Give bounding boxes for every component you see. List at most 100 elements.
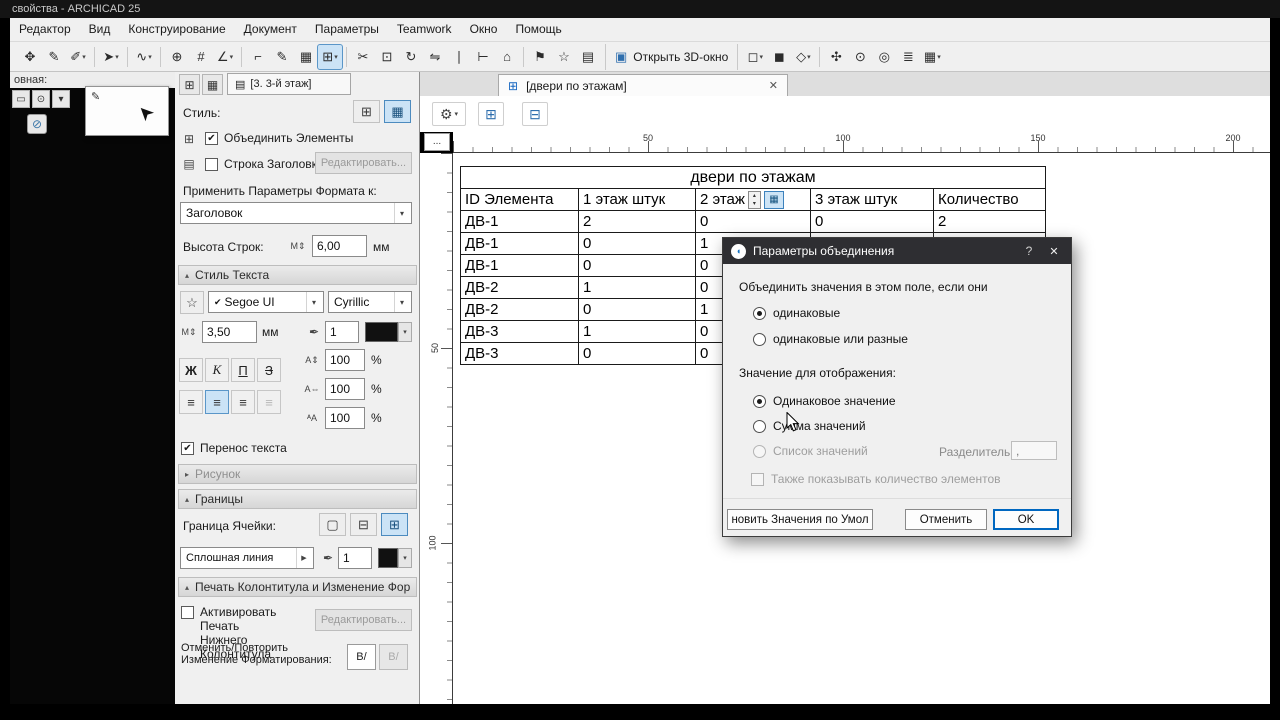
favorite-text-style-icon[interactable]: ☆ <box>180 291 204 314</box>
open-3d-window-button[interactable]: ▣ Открыть 3D-окно <box>605 43 739 70</box>
front-view-icon[interactable]: ◻ ▾ <box>743 45 767 69</box>
radio-sum-of-values[interactable]: Сумма значений <box>753 419 866 433</box>
toolbar-separator[interactable]: ▾ <box>342 45 351 69</box>
origin-icon[interactable]: ⊕ ▾ <box>165 45 189 69</box>
view-options-icon[interactable]: ▦ ▾ <box>920 45 944 69</box>
schedule-view-icon[interactable]: ⊞ ▾ <box>317 43 343 70</box>
radio-identical-or-different[interactable]: одинаковые или разные <box>753 332 908 346</box>
edit-header-button[interactable]: Редактировать... <box>315 152 412 174</box>
color-dropdown-icon[interactable]: ▾ <box>398 322 412 342</box>
walk-mode-icon[interactable]: ✣ ▾ <box>824 45 848 69</box>
pen-weight-input[interactable] <box>325 321 359 343</box>
script-dropdown[interactable]: Cyrillic ▾ <box>328 291 412 313</box>
menu-item[interactable]: Редактор <box>10 18 80 41</box>
tab-schedule-doors[interactable]: ⊞ [двери по этажам] ✕ <box>498 74 788 96</box>
layers-icon[interactable]: ≣ ▾ <box>896 45 920 69</box>
column-header-qty[interactable]: Количество <box>933 188 1046 211</box>
font-dropdown[interactable]: ✔ Segoe UI ▾ <box>208 291 324 313</box>
align-center-icon[interactable]: ≡ <box>205 390 229 414</box>
zoom-icon[interactable]: ⊙ ▾ <box>848 45 872 69</box>
border-color-swatch[interactable] <box>378 548 398 568</box>
merge-options-icon[interactable]: ▦ <box>763 190 784 209</box>
text-tool-icon[interactable]: ✎ ▾ <box>270 45 294 69</box>
border-all-icon[interactable]: ⊞ <box>381 513 408 536</box>
menu-item[interactable]: Документ <box>235 18 306 41</box>
toolbar-separator[interactable]: ▾ <box>237 45 246 69</box>
guide-lines-icon[interactable]: ∠ ▾ <box>213 45 237 69</box>
toolbar-separator[interactable]: ▾ <box>90 45 99 69</box>
border-none-icon[interactable]: ▢ <box>319 513 346 536</box>
schedule-settings-button[interactable]: ⚙ ▾ <box>432 102 466 126</box>
char-width-input[interactable] <box>325 378 365 400</box>
close-icon[interactable]: ✕ <box>1045 245 1063 258</box>
axonometry-icon[interactable]: ◇ ▾ <box>791 45 815 69</box>
pan-icon[interactable]: ✥ ▾ <box>18 45 42 69</box>
column-header-floor1[interactable]: 1 этаж штук <box>578 188 696 211</box>
edit-footer-button[interactable]: Редактировать... <box>315 609 412 631</box>
wrap-text-checkbox[interactable]: ✔ Перенос текста <box>181 441 287 455</box>
redo-format-button[interactable]: B/ <box>379 644 408 670</box>
suspend-groups-icon[interactable]: ⊘ <box>27 114 47 134</box>
horizontal-ruler[interactable]: 50 100 150 200 <box>453 132 1270 153</box>
toolbar-separator[interactable]: ▾ <box>123 45 132 69</box>
dialog-titlebar[interactable]: ◖ Параметры объединения ? ✕ <box>723 238 1071 264</box>
split-icon[interactable]: ∣ ▾ <box>447 45 471 69</box>
toolbar-separator[interactable]: ▾ <box>519 45 528 69</box>
story-tab[interactable]: ▤ [3. 3-й этаж] <box>227 73 351 95</box>
ruler-corner[interactable]: ... <box>424 133 450 151</box>
header-row-checkbox[interactable]: Строка Заголовка <box>205 157 324 171</box>
menu-item[interactable]: Teamwork <box>388 18 461 41</box>
close-tab-icon[interactable]: ✕ <box>769 79 778 92</box>
section-borders[interactable]: ▴ Границы <box>178 489 417 509</box>
rotate-icon[interactable]: ↻ ▾ <box>399 45 423 69</box>
column-header-id[interactable]: ID Элемента <box>460 188 579 211</box>
border-horizontal-icon[interactable]: ⊟ <box>350 513 377 536</box>
italic-button[interactable]: К <box>205 358 229 382</box>
line-type-dropdown[interactable]: Сплошная линия ▶ <box>180 547 314 569</box>
copy-icon[interactable]: ⊡ ▾ <box>375 45 399 69</box>
apply-format-dropdown[interactable]: Заголовок ▾ <box>180 202 412 224</box>
menu-item[interactable]: Помощь <box>506 18 570 41</box>
dropdown-mini-icon[interactable]: ▾ <box>52 90 70 108</box>
table-row[interactable]: ДВ-1 2 0 0 2 <box>460 210 1046 233</box>
brush-icon[interactable]: ✐ ▾ <box>66 45 90 69</box>
rebuild-from-model-icon[interactable]: ⊞ <box>478 102 504 126</box>
pencil-icon[interactable]: ✎ ▾ <box>42 45 66 69</box>
fields-icon[interactable]: ▦ <box>202 74 223 95</box>
line-spacing-input[interactable] <box>325 349 365 371</box>
pencil-icon[interactable]: ✎ <box>91 90 100 103</box>
style-compact-icon[interactable]: ⊞ <box>353 100 380 123</box>
fit-view-icon[interactable]: ◎ ▾ <box>872 45 896 69</box>
solid-view-icon[interactable]: ◼ ▾ <box>767 45 791 69</box>
bold-button[interactable]: Ж <box>179 358 203 382</box>
radio-identical[interactable]: одинаковые <box>753 306 840 320</box>
grid-snap-icon[interactable]: # ▾ <box>189 45 213 69</box>
vertical-ruler[interactable]: 50 100 <box>420 153 453 704</box>
cancel-button[interactable]: Отменить <box>905 509 987 530</box>
adjust-icon[interactable]: ⊢ ▾ <box>471 45 495 69</box>
update-default-values-button[interactable]: новить Значения по Умол <box>727 509 873 530</box>
marquee-icon[interactable]: ▦ ▾ <box>294 45 318 69</box>
window-select-icon[interactable]: ▭ <box>12 90 30 108</box>
polyline-icon[interactable]: ∿ ▾ <box>132 45 156 69</box>
font-size-input[interactable] <box>202 321 257 343</box>
align-right-icon[interactable]: ≡ <box>231 390 255 414</box>
menu-item[interactable]: Конструирование <box>119 18 234 41</box>
folder-icon[interactable]: ▤ ▾ <box>576 45 600 69</box>
menu-item[interactable]: Окно <box>461 18 507 41</box>
home-story-icon[interactable]: ⌂ ▾ <box>495 45 519 69</box>
toolbar-separator[interactable]: ▾ <box>815 45 824 69</box>
merge-elements-checkbox[interactable]: ✔ Объединить Элементы <box>205 131 353 145</box>
align-justify-icon[interactable]: ≡ <box>257 390 281 414</box>
favorites-icon[interactable]: ☆ ▾ <box>552 45 576 69</box>
arrow-cursor-icon[interactable]: ➤ <box>132 99 160 127</box>
underline-button[interactable]: П <box>231 358 255 382</box>
radio-identical-value[interactable]: Одинаковое значение <box>753 394 896 408</box>
section-text-style[interactable]: ▴ Стиль Текста <box>178 265 417 285</box>
scheme-settings-icon[interactable]: ⊞ <box>179 74 200 95</box>
mirror-icon[interactable]: ⇋ ▾ <box>423 45 447 69</box>
row-height-input[interactable] <box>312 235 367 257</box>
menu-item[interactable]: Параметры <box>306 18 388 41</box>
section-footer[interactable]: ▴ Печать Колонтитула и Изменение Фор... <box>178 577 417 597</box>
column-spinner[interactable]: ▴ ▾ <box>747 190 761 209</box>
